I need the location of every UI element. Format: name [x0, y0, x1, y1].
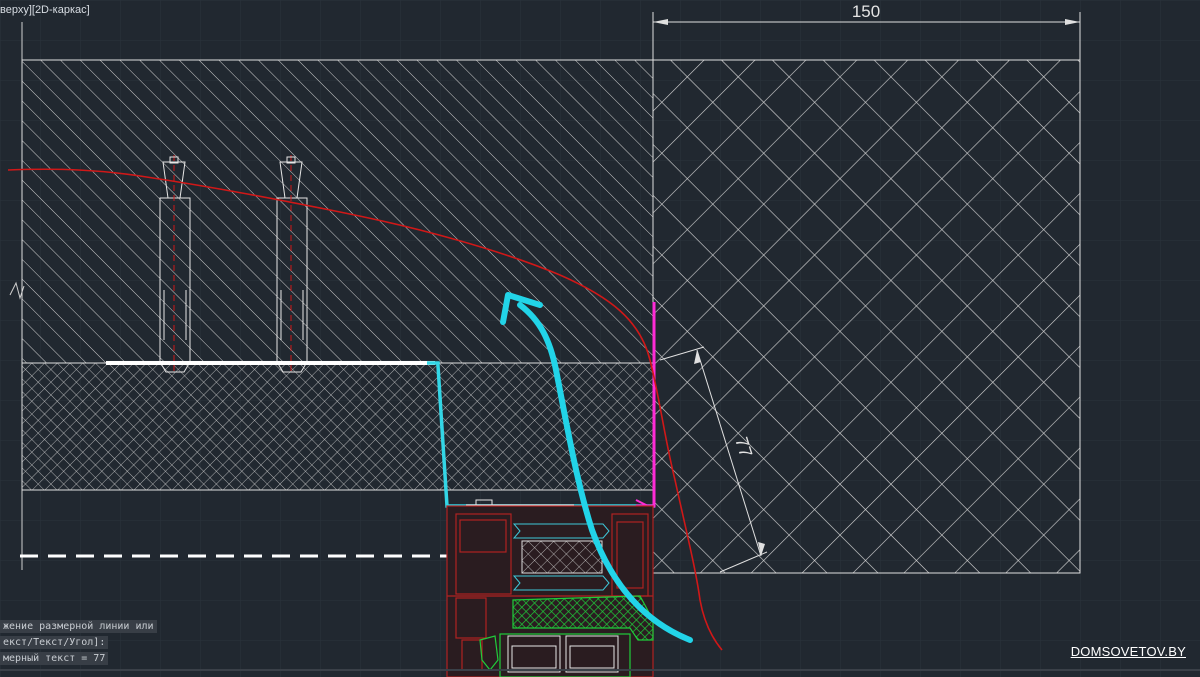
- command-line-row: мерный текст = 77: [0, 652, 109, 665]
- command-line-row: жение размерной линии или: [0, 620, 157, 633]
- masonry-wall-section: [652, 59, 1081, 574]
- site-watermark: DOMSOVETOV.BY: [1070, 644, 1186, 659]
- glazing-insert: [521, 540, 603, 574]
- command-line-row: екст/Текст/Угол]:: [0, 636, 109, 649]
- command-line-history: жение размерной линии или екст/Текст/Уго…: [0, 620, 160, 668]
- cad-drawing-canvas[interactable]: 150 77: [0, 0, 1200, 677]
- dimension-150-label: 150: [852, 2, 880, 21]
- viewport-label[interactable]: верху][2D-каркас]: [0, 4, 90, 16]
